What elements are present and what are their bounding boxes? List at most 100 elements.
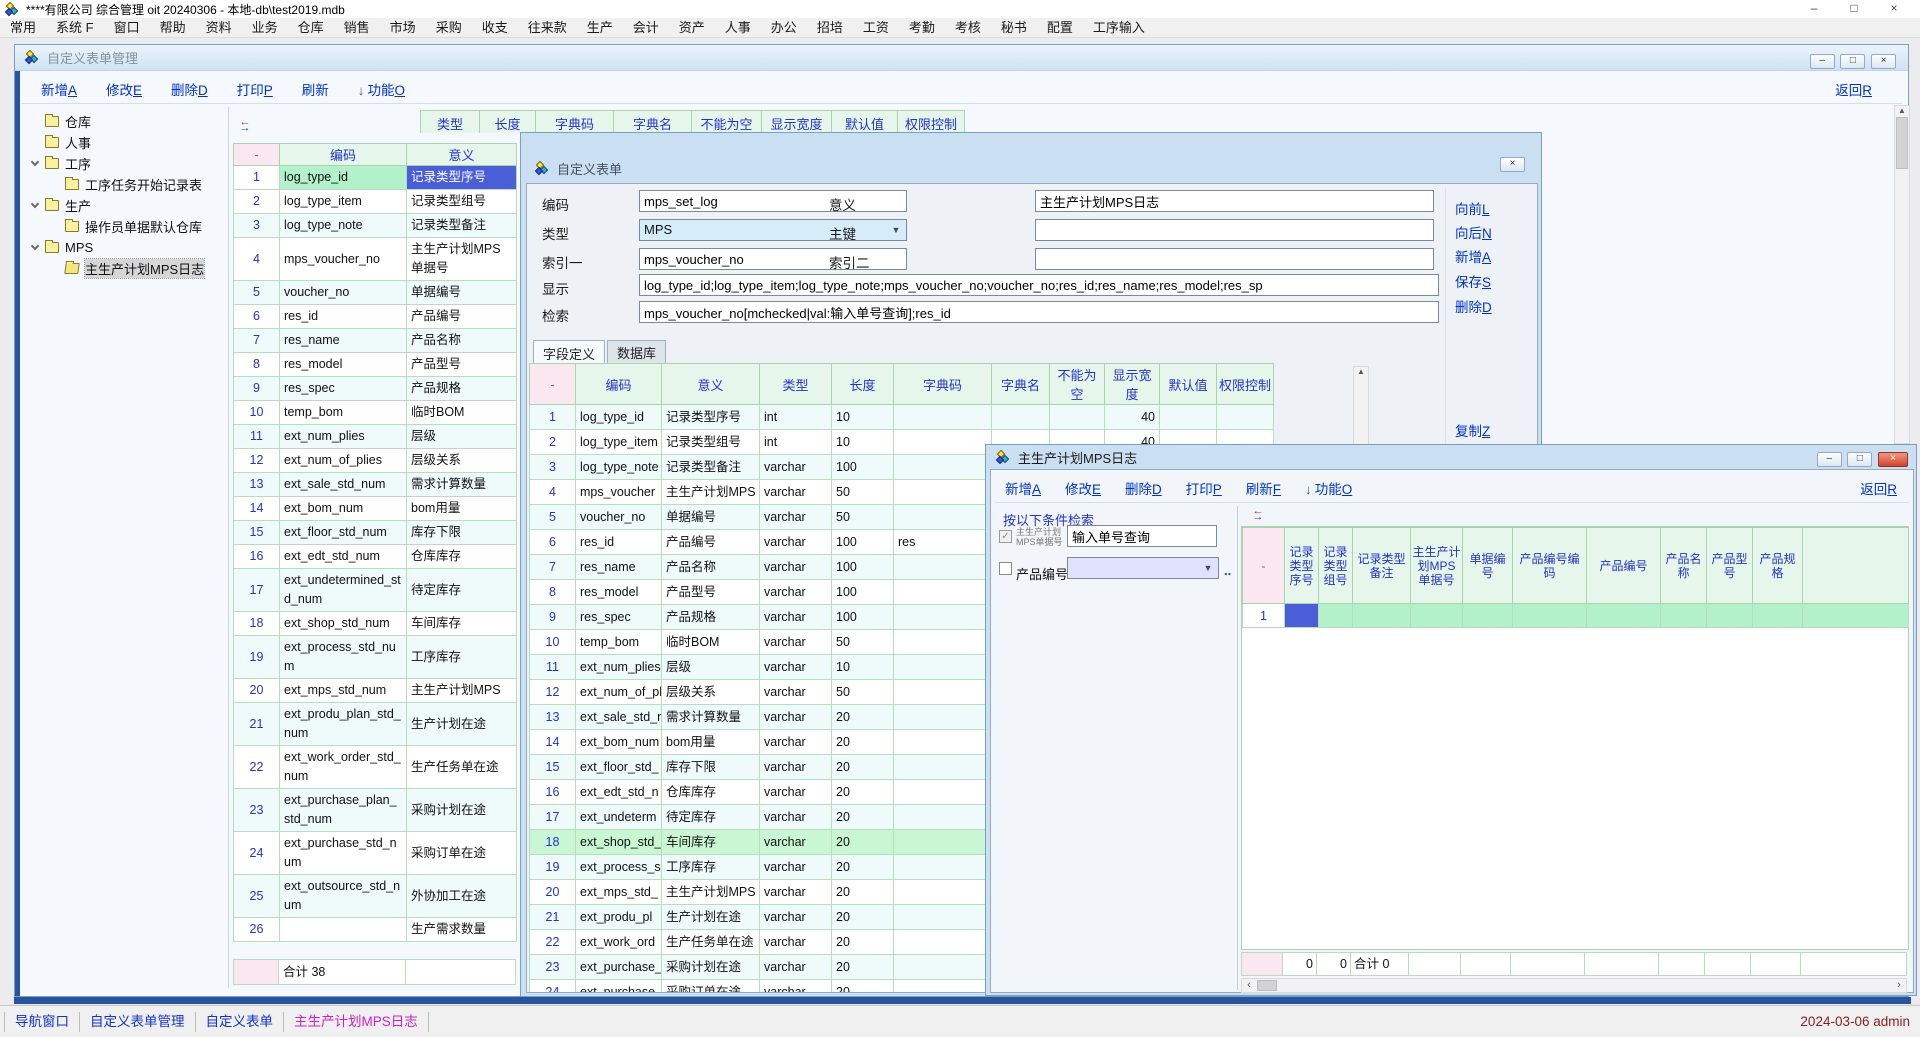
table-cell[interactable]: ext_mps_std_ xyxy=(576,880,662,905)
table-cell[interactable] xyxy=(894,430,992,455)
menu-item[interactable]: 市场 xyxy=(380,18,426,38)
table-cell[interactable]: ext_edt_std_n xyxy=(576,780,662,805)
menu-item[interactable]: 资产 xyxy=(669,18,715,38)
table-cell[interactable]: 单据编号 xyxy=(407,281,517,305)
table-row[interactable]: 18ext_shop_std_num车间库存 xyxy=(234,612,517,636)
scrollbar-thumb[interactable] xyxy=(1257,980,1277,991)
column-header[interactable]: 长度 xyxy=(832,364,894,405)
menu-item[interactable]: 工序输入 xyxy=(1083,18,1155,38)
table-cell[interactable]: ext_process_std_num xyxy=(280,636,407,679)
toolbar-button[interactable]: ↓功能O xyxy=(1305,478,1352,498)
table-cell[interactable] xyxy=(894,930,992,955)
chevron-down-icon[interactable]: ▼ xyxy=(888,222,904,238)
table-cell[interactable]: 库存下限 xyxy=(662,755,760,780)
table-cell[interactable]: 1 xyxy=(530,405,576,430)
table-cell[interactable]: 13 xyxy=(530,705,576,730)
table-cell[interactable] xyxy=(1411,604,1463,628)
table-cell[interactable]: 24 xyxy=(530,980,576,993)
table-cell[interactable]: 100 xyxy=(832,605,894,630)
table-cell[interactable] xyxy=(992,405,1050,430)
table-cell[interactable]: ext_shop_std_ xyxy=(576,830,662,855)
table-cell[interactable]: varchar xyxy=(760,680,832,705)
column-header[interactable]: 记录类型组号 xyxy=(1319,528,1353,604)
toolbar-button[interactable]: 打印P xyxy=(1186,478,1222,498)
tree-item[interactable]: 操作员单据默认仓库 xyxy=(23,216,223,237)
table-cell[interactable]: 23 xyxy=(530,955,576,980)
table-cell[interactable] xyxy=(1285,604,1319,628)
chevron-down-icon[interactable] xyxy=(31,242,39,250)
column-header[interactable]: 编码 xyxy=(576,364,662,405)
table-cell[interactable] xyxy=(894,480,992,505)
table-cell[interactable]: 20 xyxy=(832,855,894,880)
table-cell[interactable]: 生产需求数量 xyxy=(407,918,517,942)
table-cell[interactable]: 50 xyxy=(832,630,894,655)
table-cell[interactable]: 记录类型组号 xyxy=(662,430,760,455)
table-cell[interactable]: 产品编号 xyxy=(407,305,517,329)
table-cell[interactable]: 2 xyxy=(234,190,280,214)
column-header[interactable]: 权限控制 xyxy=(898,110,965,133)
table-cell[interactable]: 16 xyxy=(530,780,576,805)
column-header[interactable]: 字典码 xyxy=(894,364,992,405)
table-cell[interactable]: 21 xyxy=(530,905,576,930)
table-cell[interactable]: varchar xyxy=(760,980,832,993)
table-cell[interactable]: 生产任务单在途 xyxy=(407,746,517,789)
table-row[interactable]: 8res_model产品型号 xyxy=(234,353,517,377)
row-number-header[interactable] xyxy=(1803,528,1909,604)
table-cell[interactable]: 4 xyxy=(530,480,576,505)
table-row[interactable]: 1 xyxy=(1243,604,1909,628)
toolbar-button[interactable]: 新增A xyxy=(1005,478,1041,498)
table-cell[interactable]: int xyxy=(760,405,832,430)
tab-inactive[interactable]: 数据库 xyxy=(607,340,666,365)
column-header[interactable]: 权限控制 xyxy=(1217,364,1274,405)
table-cell[interactable] xyxy=(1217,405,1274,430)
table-row[interactable]: 1log_type_id记录类型序号int1040 xyxy=(530,405,1274,430)
table-cell[interactable]: 9 xyxy=(234,377,280,401)
table-cell[interactable]: 20 xyxy=(832,705,894,730)
table-row[interactable]: 21ext_produ_plan_std_num生产计划在途 xyxy=(234,703,517,746)
table-cell[interactable]: varchar xyxy=(760,880,832,905)
toolbar-button[interactable]: 删除D xyxy=(171,79,208,99)
table-cell[interactable]: 生产计划在途 xyxy=(407,703,517,746)
table-row[interactable]: 14ext_bom_numbom用量 xyxy=(234,497,517,521)
column-header[interactable]: 字典名 xyxy=(614,110,692,133)
table-cell[interactable]: 20 xyxy=(832,805,894,830)
table-cell[interactable]: log_type_note xyxy=(280,214,407,238)
table-cell[interactable] xyxy=(1513,604,1587,628)
table-cell[interactable]: 50 xyxy=(832,480,894,505)
menu-item[interactable]: 资料 xyxy=(196,18,242,38)
table-cell[interactable]: 20 xyxy=(832,880,894,905)
maximize-icon[interactable]: □ xyxy=(1834,0,1874,18)
minimize-icon[interactable]: – xyxy=(1794,0,1834,18)
table-cell[interactable]: ext_num_plies xyxy=(280,425,407,449)
table-cell[interactable]: 22 xyxy=(530,930,576,955)
table-cell[interactable]: ext_num_of_plies xyxy=(280,449,407,473)
table-cell[interactable]: ext_process_s xyxy=(576,855,662,880)
table-cell[interactable]: 临时BOM xyxy=(407,401,517,425)
table-cell[interactable]: 6 xyxy=(234,305,280,329)
menu-item[interactable]: 考核 xyxy=(945,18,991,38)
table-cell[interactable]: 24 xyxy=(234,832,280,875)
column-header[interactable]: 默认值 xyxy=(1160,364,1217,405)
column-header[interactable]: 意义 xyxy=(662,364,760,405)
table-cell[interactable]: ext_produ_pl xyxy=(576,905,662,930)
table-cell[interactable]: ext_floor_std_num xyxy=(280,521,407,545)
table-cell[interactable]: ext_bom_num xyxy=(576,730,662,755)
table-cell[interactable]: log_type_item xyxy=(280,190,407,214)
table-cell[interactable]: 5 xyxy=(530,505,576,530)
table-cell[interactable]: ext_mps_std_num xyxy=(280,679,407,703)
table-cell[interactable]: 8 xyxy=(530,580,576,605)
voucher-search-input[interactable] xyxy=(1067,525,1217,547)
table-cell[interactable]: 100 xyxy=(832,580,894,605)
table-cell[interactable]: 待定库存 xyxy=(662,805,760,830)
row-number-header[interactable]: - xyxy=(1243,528,1285,604)
table-cell[interactable]: 仓库库存 xyxy=(662,780,760,805)
table-cell[interactable]: varchar xyxy=(760,505,832,530)
table-cell[interactable]: varchar xyxy=(760,630,832,655)
table-cell[interactable]: 14 xyxy=(234,497,280,521)
table-cell[interactable]: 10 xyxy=(832,405,894,430)
table-row[interactable]: 20ext_mps_std_num主生产计划MPS xyxy=(234,679,517,703)
menu-item[interactable]: 人事 xyxy=(715,18,761,38)
column-header[interactable]: 记录类型备注 xyxy=(1353,528,1411,604)
table-cell[interactable]: 产品名称 xyxy=(662,555,760,580)
menu-item[interactable]: 收支 xyxy=(472,18,518,38)
